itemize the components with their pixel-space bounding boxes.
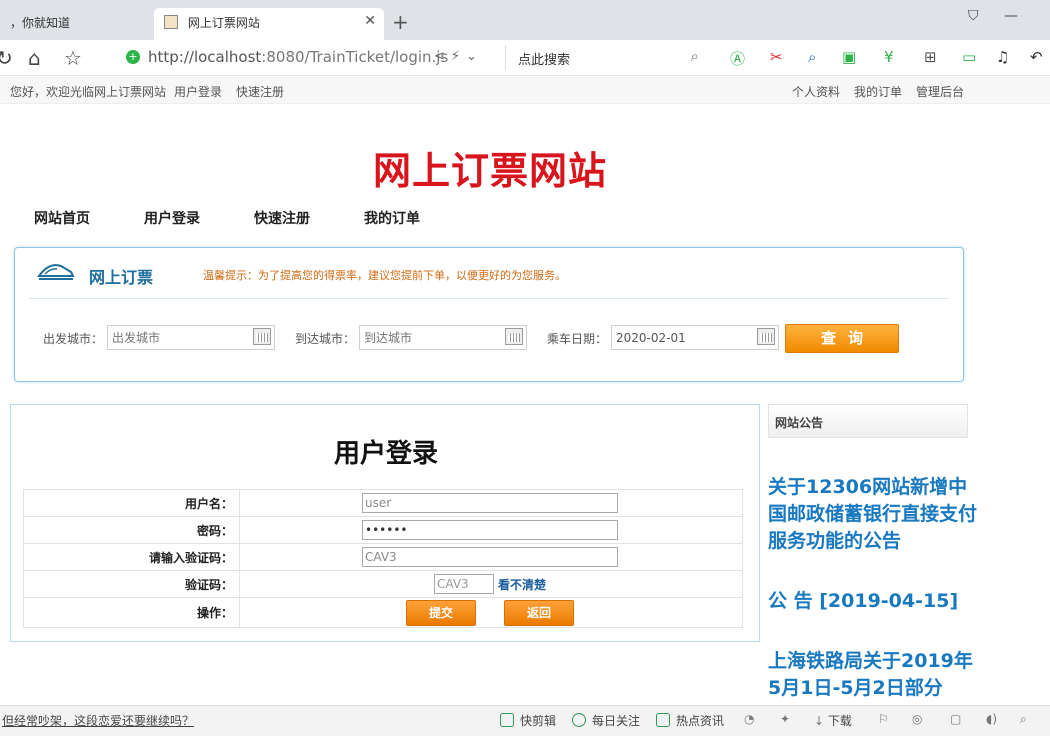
- nav-home[interactable]: 网站首页: [34, 208, 90, 228]
- close-tab-icon[interactable]: ✕: [364, 13, 376, 29]
- search-placeholder: 点此搜索: [518, 53, 571, 68]
- favicon-icon: [164, 15, 178, 29]
- news-icon: [656, 713, 670, 727]
- nav-orders[interactable]: 我的订单: [364, 208, 420, 228]
- search-icon[interactable]: ⌕: [691, 47, 699, 65]
- tab-label: 网上订票网站: [187, 16, 260, 30]
- url-tools-icon[interactable]: <⚡⌄: [434, 49, 483, 64]
- table-row: 用户名：: [23, 489, 743, 517]
- panel-tip: 温馨提示：为了提高您的得票率，建议您提前下单，以便更好的为您服务。: [203, 269, 566, 282]
- welcome-text: 您好，欢迎光临网上订票网站: [10, 85, 167, 99]
- captcha-image: CAV3: [434, 574, 494, 594]
- flag-icon[interactable]: ⚐: [878, 712, 889, 726]
- minimize-icon[interactable]: —: [1004, 8, 1018, 24]
- tab-active[interactable]: 网上订票网站 ✕: [154, 8, 384, 40]
- play-icon: [572, 713, 586, 727]
- to-label: 到达城市：: [295, 332, 356, 346]
- username-label: 用户名：: [23, 489, 240, 517]
- home-icon[interactable]: ⌂: [28, 46, 41, 70]
- url-text: http://localhost:8080/TrainTicket/login.…: [148, 48, 449, 66]
- table-row: 操作： 提交 返回: [23, 597, 743, 628]
- video-clip-icon: [500, 713, 514, 727]
- headphones-icon[interactable]: ♫: [996, 48, 1009, 66]
- nav-register[interactable]: 快速注册: [254, 208, 310, 228]
- scissors-icon[interactable]: ✂: [770, 48, 783, 66]
- train-icon: [37, 264, 75, 280]
- date-label: 乘车日期：: [547, 332, 608, 346]
- calendar-icon[interactable]: [505, 328, 523, 345]
- star-icon[interactable]: ☆: [64, 46, 82, 70]
- browser-tabbar: ，你就知道 网上订票网站 ✕ + ⛉ —: [0, 0, 1050, 40]
- statusbar-item[interactable]: 热点资讯: [656, 712, 724, 729]
- to-city-input[interactable]: [359, 325, 527, 350]
- action-label: 操作：: [23, 597, 240, 628]
- statusbar-item[interactable]: 每日关注: [572, 712, 640, 729]
- top-register-link[interactable]: 快速注册: [236, 83, 284, 100]
- query-button[interactable]: 查询: [785, 324, 899, 353]
- apps-icon[interactable]: ⊞: [924, 48, 937, 66]
- money-icon[interactable]: ¥: [884, 48, 894, 66]
- news-ticker-link[interactable]: 但经常吵架，这段恋爱还要继续吗？: [2, 712, 194, 729]
- browser-icon[interactable]: ◎: [912, 712, 922, 726]
- divider: [29, 298, 949, 299]
- calendar-icon[interactable]: [253, 328, 271, 345]
- login-table: 用户名： 密码： 请输入验证码： 验证码： CAV3 看不清楚 操作： 提交 返…: [23, 489, 743, 628]
- from-label: 出发城市：: [43, 332, 104, 346]
- undo-icon[interactable]: ↶: [1030, 48, 1043, 66]
- notice-item[interactable]: 上海铁路局关于2019年5月1日-5月2日部分: [768, 648, 978, 702]
- shield-icon: +: [126, 50, 140, 64]
- submit-button[interactable]: 提交: [406, 600, 476, 626]
- top-login-link[interactable]: 用户登录: [174, 83, 222, 100]
- notice-item[interactable]: 公 告 [2019-04-15]: [768, 588, 978, 615]
- speed-icon[interactable]: ◔: [744, 712, 754, 726]
- captcha-label: 验证码：: [23, 570, 240, 598]
- shirt-icon[interactable]: ⛉: [968, 8, 979, 24]
- clean-icon[interactable]: ✦: [780, 712, 790, 726]
- new-tab-icon[interactable]: +: [392, 10, 409, 34]
- tab-label: ，你就知道: [10, 16, 71, 30]
- magnifier-icon[interactable]: ⌕: [808, 48, 816, 66]
- captcha-input[interactable]: [362, 547, 618, 567]
- download-item[interactable]: ↓ 下载: [814, 712, 852, 729]
- table-row: 密码：: [23, 516, 743, 544]
- site-title: 网上订票网站: [372, 149, 607, 193]
- admin-link[interactable]: 管理后台: [916, 83, 964, 100]
- url-field[interactable]: + http://localhost:8080/TrainTicket/logi…: [120, 45, 500, 71]
- browser-statusbar: 但经常吵架，这段恋爱还要继续吗？ 快剪辑 每日关注 热点资讯 ◔ ✦ ↓ 下载 …: [0, 705, 1050, 736]
- zoom-icon[interactable]: ⌕: [1020, 712, 1027, 727]
- password-input[interactable]: [362, 520, 618, 540]
- captcha-input-label: 请输入验证码：: [23, 543, 240, 571]
- window-icon[interactable]: ▢: [950, 712, 961, 726]
- ticket-search-panel: 网上订票 温馨提示：为了提高您的得票率，建议您提前下单，以便更好的为您服务。 出…: [14, 247, 964, 382]
- table-row: 验证码： CAV3 看不清楚: [23, 570, 743, 598]
- back-button[interactable]: 返回: [504, 600, 574, 626]
- battery-icon[interactable]: ▭: [962, 48, 976, 66]
- orders-link[interactable]: 我的订单: [854, 83, 902, 100]
- date-input[interactable]: [611, 325, 779, 350]
- site-top-bar: 您好，欢迎光临网上订票网站 用户登录 快速注册 个人资料 我的订单 管理后台: [0, 77, 1050, 104]
- from-city-input[interactable]: [107, 325, 275, 350]
- notice-item[interactable]: 关于12306网站新增中国邮政储蓄银行直接支付服务功能的公告: [768, 474, 978, 555]
- statusbar-item[interactable]: 快剪辑: [500, 712, 556, 729]
- volume-icon[interactable]: ◖): [986, 712, 997, 726]
- calendar-icon[interactable]: [757, 328, 775, 345]
- notice-heading: 网站公告: [768, 404, 968, 438]
- login-title: 用户登录: [333, 439, 438, 469]
- refresh-icon[interactable]: ↻: [0, 46, 13, 70]
- profile-link[interactable]: 个人资料: [792, 83, 840, 100]
- password-label: 密码：: [23, 516, 240, 544]
- search-input[interactable]: 点此搜索 ⌕: [505, 45, 705, 71]
- nav-login[interactable]: 用户登录: [144, 208, 200, 228]
- captcha-refresh-link[interactable]: 看不清楚: [498, 576, 546, 593]
- game-icon[interactable]: ▣: [842, 48, 856, 66]
- login-form: 用户登录 用户名： 密码： 请输入验证码： 验证码： CAV3 看不清楚 操作：…: [10, 404, 760, 642]
- panel-title: 网上订票: [89, 268, 154, 287]
- translate-icon[interactable]: Ⓐ: [730, 48, 745, 69]
- tab-inactive[interactable]: ，你就知道: [0, 8, 150, 40]
- table-row: 请输入验证码：: [23, 543, 743, 571]
- username-input[interactable]: [362, 493, 618, 513]
- address-bar: ↻ ⌂ ☆ + http://localhost:8080/TrainTicke…: [0, 40, 1050, 76]
